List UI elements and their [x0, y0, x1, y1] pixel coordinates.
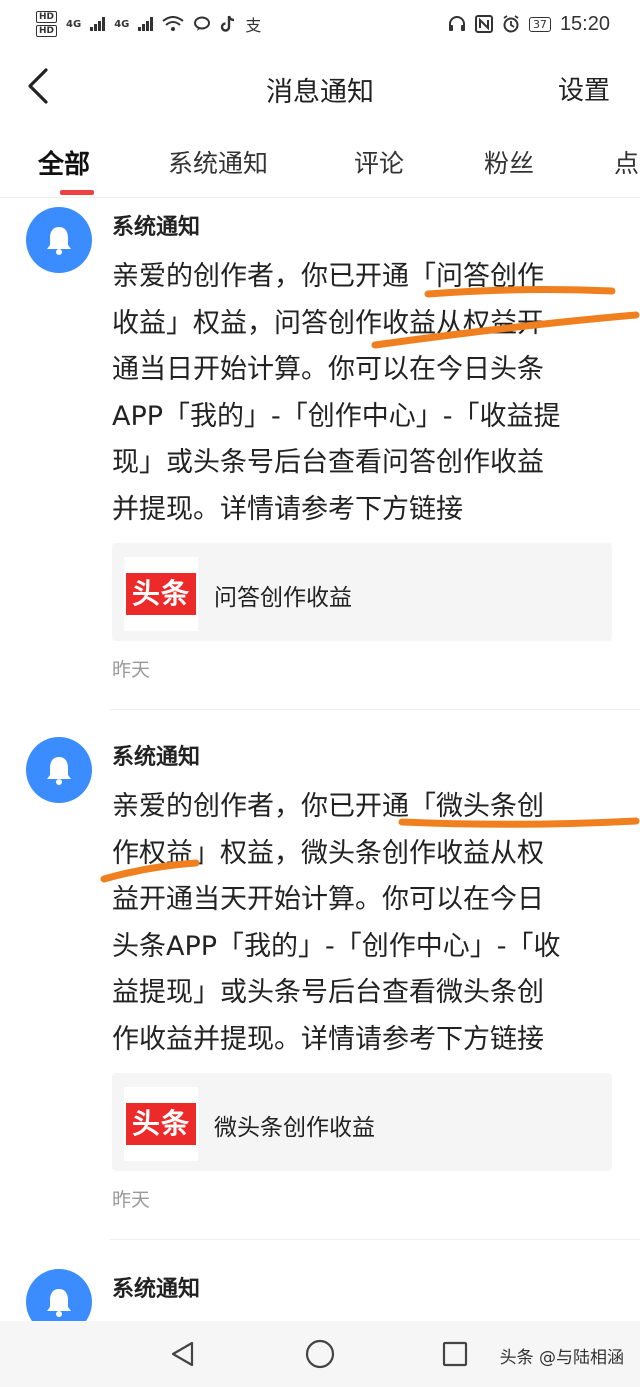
sender-name: 系统通知: [112, 215, 201, 240]
page-title: 消息通知: [266, 77, 374, 108]
headset-icon: [448, 16, 465, 31]
hd-badge: HD: [36, 11, 58, 23]
message-line: 亲爱的创作者，你已开通「微头条创: [112, 791, 544, 822]
tab-likes[interactable]: 点: [614, 144, 639, 180]
toutiao-logo: 头条: [124, 557, 198, 631]
signal-label: 4G: [66, 18, 82, 30]
message-line: 作收益并提现。详情请参考下方链接: [112, 1023, 544, 1055]
toutiao-logo-text: 头条: [126, 1103, 196, 1145]
divider: [110, 709, 640, 710]
message-list[interactable]: 系统通知 亲爱的创作者，你已开通「问答创作 收益」权益，问答创作收益从权益开 通…: [0, 199, 640, 1321]
square-recents-icon: [442, 1341, 468, 1367]
message-line: 亲爱的创作者，你已开通「问答创作: [112, 261, 544, 292]
avatar: [26, 737, 92, 803]
sender-name: 系统通知: [112, 1277, 201, 1302]
clock: 15:20: [559, 12, 610, 35]
message-body: 亲爱的创作者，你已开通「微头条创 作权益」权益，微头条创作收益从权 益开通当天开…: [112, 784, 612, 1063]
bell-icon: [47, 227, 71, 255]
message-line: 通当日开始计算。你可以在今日头条: [112, 354, 544, 385]
signal-bars-icon: [90, 17, 106, 31]
tab-bar: 全部 系统通知 评论 粉丝 点: [0, 130, 640, 198]
nav-home-button[interactable]: [295, 1331, 345, 1377]
bell-icon: [47, 1289, 71, 1317]
tab-system-notice[interactable]: 系统通知: [168, 144, 268, 180]
nfc-icon: [474, 15, 493, 33]
chat-bubble-icon: [194, 16, 211, 31]
toutiao-logo: 头条: [124, 1087, 198, 1161]
watermark: 头条 @与陆相涵: [499, 1348, 624, 1368]
message-line: 收益」权益，问答创作收益从权益开: [112, 307, 544, 339]
wifi-icon: [162, 16, 184, 31]
message-line: 现」或头条号后台查看问答创作收益: [112, 447, 544, 478]
hd-badge: HD: [36, 25, 58, 37]
triangle-back-icon: [171, 1341, 194, 1367]
message-line: 并提现。详情请参考下方链接: [112, 493, 463, 525]
status-bar: HD HD 4G 4G 支 37 15:20: [0, 0, 640, 48]
link-card-title: 问答创作收益: [214, 585, 352, 611]
tab-comments[interactable]: 评论: [354, 144, 404, 180]
link-card[interactable]: 头条 微头条创作收益: [112, 1073, 612, 1171]
message-line: 作权益」权益，微头条创作收益从权: [112, 837, 544, 869]
divider: [110, 1239, 640, 1240]
settings-button[interactable]: 设置: [558, 70, 610, 107]
sender-name: 系统通知: [112, 745, 201, 770]
hd-badges: HD HD: [36, 11, 58, 37]
link-card[interactable]: 头条 问答创作收益: [112, 543, 612, 641]
message-time: 昨天: [112, 1189, 151, 1211]
alipay-icon: 支: [245, 16, 262, 35]
message-line: 头条APP「我的」-「创作中心」-「收: [112, 930, 561, 962]
bell-icon: [47, 757, 71, 785]
signal-label: 4G: [114, 18, 130, 30]
alarm-icon: [503, 15, 519, 33]
signal-bars-icon: [138, 17, 154, 31]
avatar: [26, 1269, 92, 1321]
link-card-title: 微头条创作收益: [214, 1115, 375, 1141]
toutiao-logo-text: 头条: [126, 573, 196, 615]
tab-fans[interactable]: 粉丝: [484, 144, 534, 180]
nav-back-button[interactable]: [158, 1331, 208, 1377]
tab-all[interactable]: 全部: [38, 144, 90, 181]
battery-icon: 37: [528, 16, 551, 32]
message-line: 益提现」或头条号后台查看微头条创: [112, 977, 544, 1008]
circle-home-icon: [305, 1339, 335, 1369]
message-body: 亲爱的创作者，你已开通「问答创作 收益」权益，问答创作收益从权益开 通当日开始计…: [112, 254, 612, 533]
tiktok-icon: [221, 15, 235, 32]
active-tab-indicator: [60, 190, 94, 195]
message-line: APP「我的」-「创作中心」-「收益提: [112, 400, 561, 432]
message-line: 益开通当天开始计算。你可以在今日: [112, 884, 544, 915]
avatar: [26, 207, 92, 273]
header: 消息通知 设置: [0, 48, 640, 130]
message-time: 昨天: [112, 659, 151, 681]
system-nav-bar: 头条 @与陆相涵: [0, 1321, 640, 1387]
nav-recents-button[interactable]: [430, 1331, 480, 1377]
